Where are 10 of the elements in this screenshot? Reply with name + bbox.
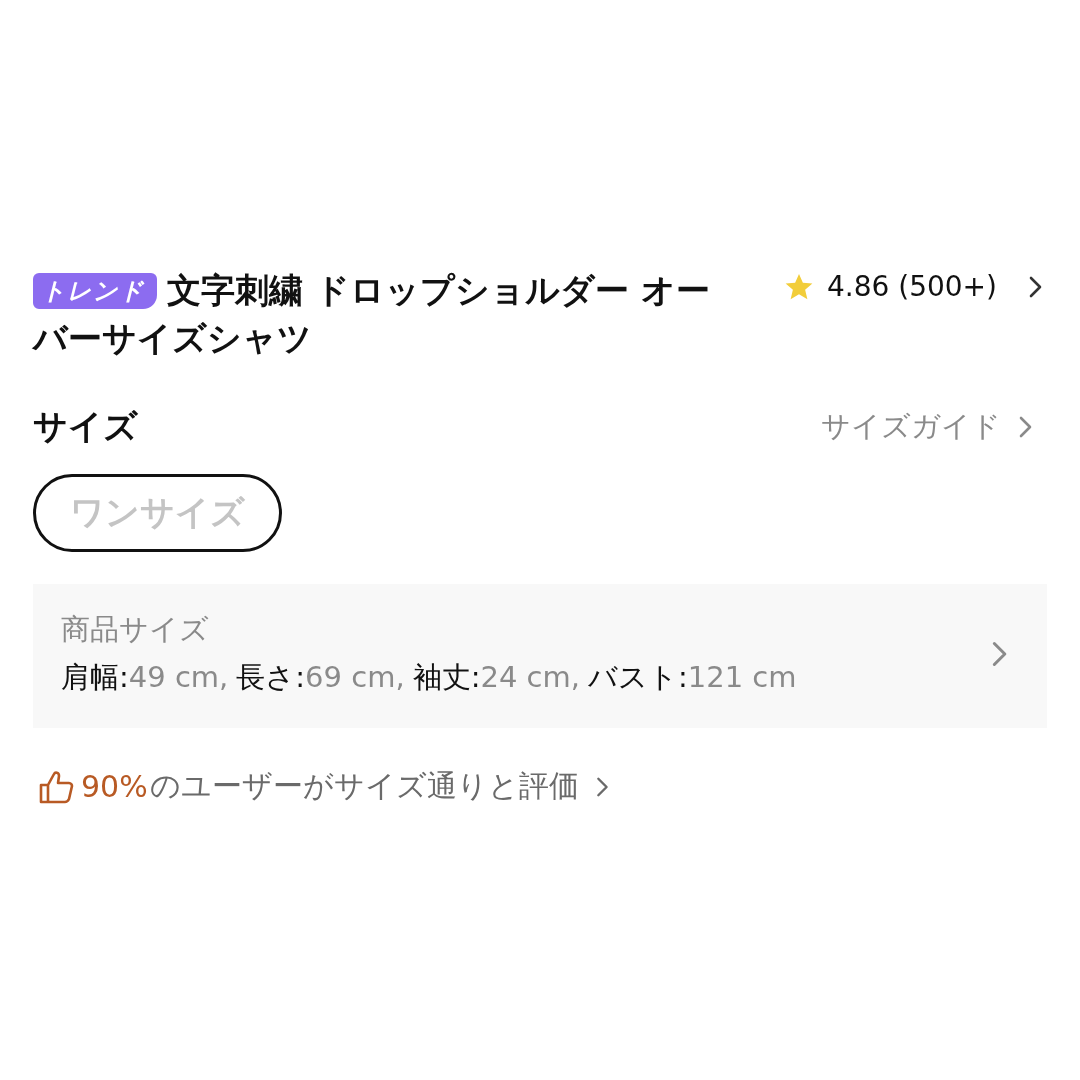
size-heading: サイズ: [33, 405, 138, 448]
panel-title: 商品サイズ: [61, 611, 210, 648]
rating-link[interactable]: 4.86 (500+): [783, 270, 1047, 303]
size-info-panel[interactable]: 商品サイズ 肩幅:49 cm, 長さ:69 cm, 袖丈:24 cm, バスト:121 cm: [33, 584, 1047, 728]
product-title: トレンド 文字刺繍 ドロップショルダー オーバーサイズシャツ: [33, 269, 711, 360]
trend-badge: トレンド: [33, 273, 157, 309]
thumbs-up-icon: [39, 769, 75, 804]
size-guide-link[interactable]: サイズガイド: [821, 407, 1037, 447]
fit-rating-link[interactable]: 90%のユーザーがサイズ通りと評価: [33, 766, 613, 807]
measurements-text: 肩幅:49 cm, 長さ:69 cm, 袖丈:24 cm, バスト:121 cm: [61, 659, 798, 696]
